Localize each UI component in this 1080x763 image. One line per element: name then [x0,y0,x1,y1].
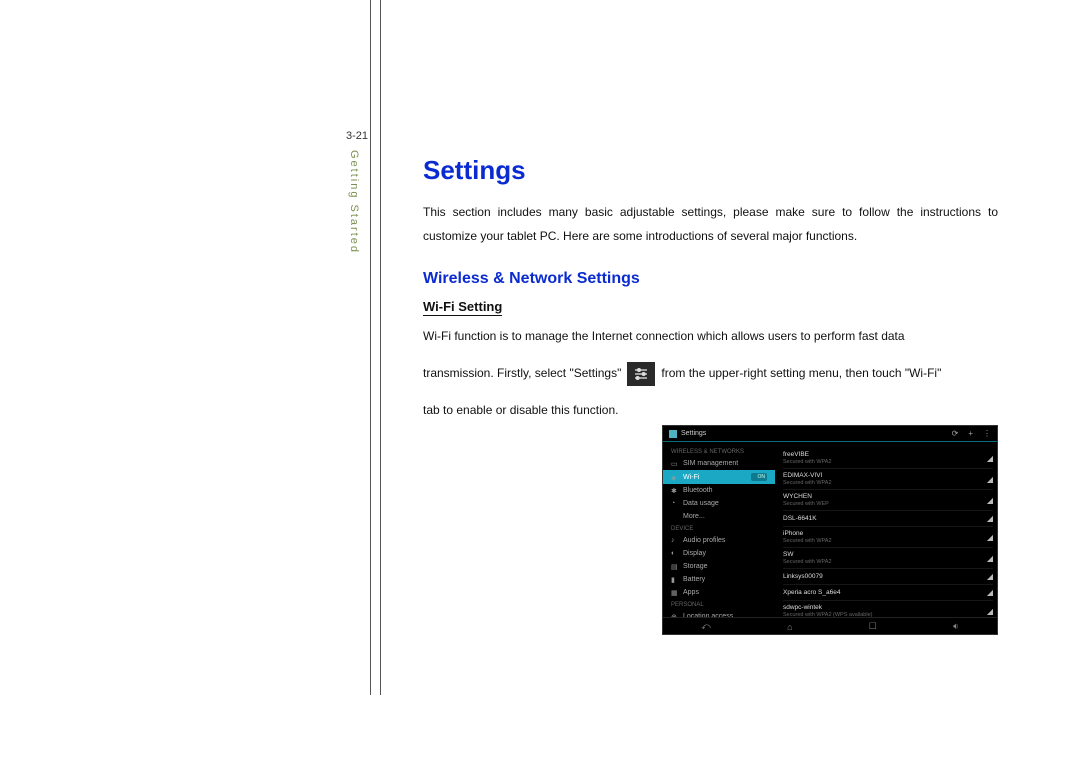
sidebar-item-wifi[interactable]: ◈Wi-Fi ON [663,470,775,484]
network-row[interactable]: iPhoneSecured with WPA2◢ [783,527,993,548]
margin-rule-outer [380,0,381,695]
sidebar-item-bluetooth[interactable]: ✱Bluetooth [663,484,775,497]
sidebar-item-sim[interactable]: ▭SIM management [663,457,775,470]
emb-cat-personal: PERSONAL [663,599,775,610]
data-icon: ◔ [671,500,678,507]
add-icon[interactable]: + [968,429,973,438]
emb-actionbar-title-group: Settings [669,430,706,438]
embedded-screenshot: Settings ⟳ + ⋮ WIRELESS & NETWORKS ▭SIM … [662,425,998,635]
wifi-icon: ◈ [671,474,678,481]
document-page: 3-21 Getting Started Settings This secti… [0,0,1080,763]
wifi-signal-icon: ◢ [987,496,993,505]
wifi-signal-icon: ◢ [987,533,993,542]
sidebar-item-battery[interactable]: ▮Battery [663,573,775,586]
network-row[interactable]: Xperia acro S_a6e4◢ [783,585,993,601]
settings-sliders-icon [627,362,655,386]
sim-icon: ▭ [671,460,678,467]
emb-actionbar: Settings ⟳ + ⋮ [663,426,997,442]
menu-icon[interactable]: ⋮ [983,429,991,438]
bluetooth-icon: ✱ [671,487,678,494]
storage-icon: ▤ [671,563,678,570]
wifi-signal-icon: ◢ [987,514,993,523]
network-row[interactable]: WYCHENSecured with WEP◢ [783,490,993,511]
page-number: 3-21 [342,130,372,142]
heading-wireless-network: Wireless & Network Settings [423,270,998,288]
emb-actionbar-actions: ⟳ + ⋮ [952,429,991,438]
body-line-2: transmission. Firstly, select "Settings"… [423,362,998,386]
body-line-2-pre: transmission. Firstly, select "Settings" [423,363,621,385]
network-row[interactable]: Linksys00079◢ [783,569,993,585]
emb-title: Settings [681,430,706,437]
heading-settings: Settings [423,155,998,186]
wifi-signal-icon: ◢ [987,607,993,616]
sidebar-item-apps[interactable]: ▦Apps [663,586,775,599]
content-area: Settings This section includes many basi… [423,155,998,422]
sidebar-item-location[interactable]: ⊕Location access [663,610,775,617]
network-row[interactable]: EDIMAX-VIVISecured with WPA2◢ [783,469,993,490]
page-side-block: 3-21 Getting Started [342,130,372,254]
body-line-1: Wi-Fi function is to manage the Internet… [423,324,998,348]
settings-app-icon [669,430,677,438]
margin-rule-inner [370,0,371,695]
sidebar-item-audio[interactable]: ♪Audio profiles [663,534,775,547]
body-line-3: tab to enable or disable this function. [423,400,998,422]
emb-network-list: freeVIBESecured with WPA2◢ EDIMAX-VIVISe… [775,442,997,617]
display-icon: ◐ [671,550,678,557]
heading-wifi-setting: Wi-Fi Setting [423,299,502,316]
emb-cat-wireless: WIRELESS & NETWORKS [663,446,775,457]
network-row[interactable]: DSL-6641K◢ [783,511,993,527]
network-row[interactable]: sdwpc-wintekSecured with WPA2 (WPS avail… [783,601,993,617]
network-row[interactable]: freeVIBESecured with WPA2◢ [783,448,993,469]
emb-body: WIRELESS & NETWORKS ▭SIM management ◈Wi-… [663,442,997,617]
battery-icon: ▮ [671,576,678,583]
sidebar-item-storage[interactable]: ▤Storage [663,560,775,573]
sidebar-item-data-usage[interactable]: ◔Data usage [663,497,775,510]
emb-navbar: ⤺ ⌂ ☐ 🔉︎ [663,617,997,635]
back-icon[interactable]: ⤺ [701,621,711,632]
home-icon[interactable]: ⌂ [787,622,792,632]
location-icon: ⊕ [671,613,678,617]
recent-icon[interactable]: ☐ [869,621,877,632]
network-row[interactable]: SWSecured with WPA2◢ [783,548,993,569]
wifi-toggle[interactable]: ON [751,473,767,481]
section-label: Getting Started [348,150,360,254]
body-line-2-post: from the upper-right setting menu, then … [661,363,941,385]
wifi-signal-icon: ◢ [987,554,993,563]
volume-icon[interactable]: 🔉︎ [953,621,959,632]
audio-icon: ♪ [671,537,678,544]
refresh-icon[interactable]: ⟳ [952,429,959,438]
emb-sidebar: WIRELESS & NETWORKS ▭SIM management ◈Wi-… [663,442,775,617]
wifi-signal-icon: ◢ [987,454,993,463]
sidebar-item-display[interactable]: ◐Display [663,547,775,560]
emb-cat-device: DEVICE [663,523,775,534]
wifi-signal-icon: ◢ [987,475,993,484]
sidebar-item-more[interactable]: More... [663,510,775,523]
wifi-signal-icon: ◢ [987,572,993,581]
wifi-signal-icon: ◢ [987,588,993,597]
intro-paragraph: This section includes many basic adjusta… [423,200,998,248]
apps-icon: ▦ [671,589,678,596]
